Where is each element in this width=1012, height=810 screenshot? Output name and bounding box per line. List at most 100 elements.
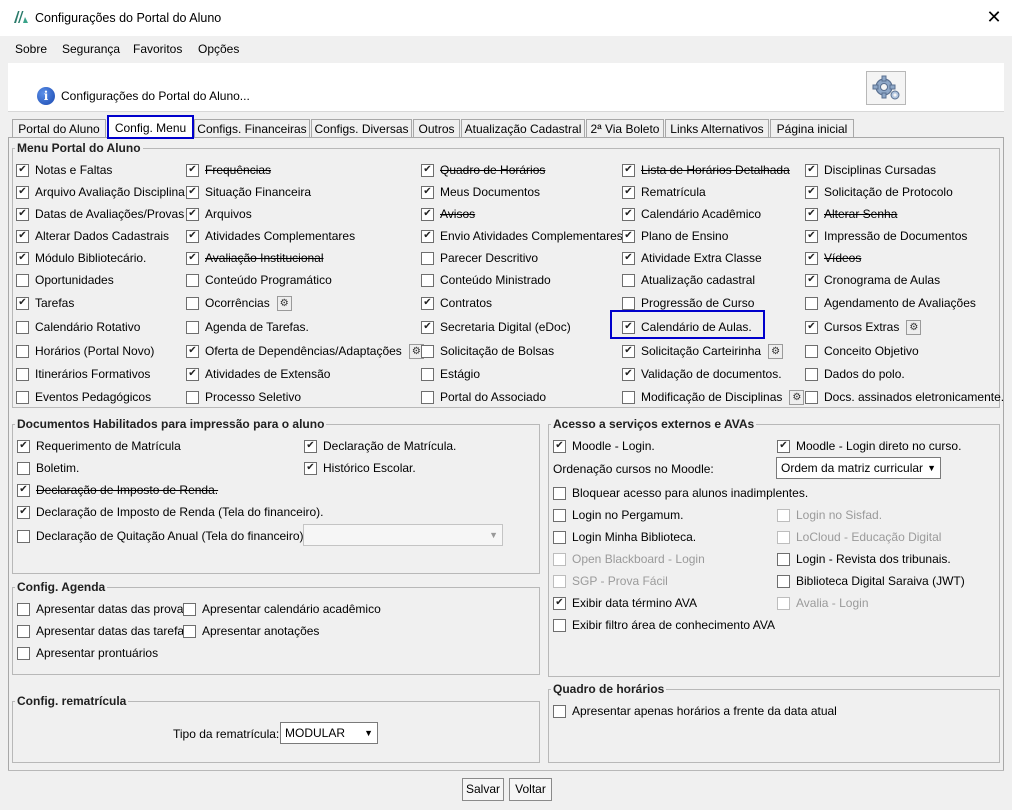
checkbox-moodle-login-direto-no-curso[interactable]: ✔ Moodle - Login direto no curso. <box>777 438 961 454</box>
tab-outros[interactable]: Outros <box>413 119 460 137</box>
checkbox-arquivos[interactable]: ✔ Arquivos <box>186 206 252 222</box>
gear-icon[interactable]: ⚙ <box>906 319 922 335</box>
tab-configs-financeiras[interactable]: Configs. Financeiras <box>194 119 310 137</box>
checkbox-dados-do-polo[interactable]: Dados do polo. <box>805 366 905 382</box>
checkbox-exibir-filtro-area-de-conhecimento-ava[interactable]: Exibir filtro área de conhecimento AVA <box>553 617 775 633</box>
gear-icon[interactable]: ⚙ <box>768 343 784 359</box>
checkbox-moodle-login[interactable]: ✔ Moodle - Login. <box>553 438 655 454</box>
checkbox-atividades-complementares[interactable]: ✔ Atividades Complementares <box>186 228 355 244</box>
checkbox-avalia-login[interactable]: Avalia - Login <box>777 595 869 611</box>
checkbox-meus-documentos[interactable]: ✔ Meus Documentos <box>421 184 540 200</box>
gear-icon[interactable]: ⚙ <box>276 295 292 311</box>
checkbox-frequencias[interactable]: ✔ Frequências <box>186 162 271 178</box>
tipo-rematricula-combo[interactable]: MODULAR ▼ <box>280 722 378 744</box>
checkbox-validacao-de-documentos[interactable]: ✔ Validação de documentos. <box>622 366 782 382</box>
save-button[interactable]: Salvar <box>462 778 504 801</box>
checkbox-arquivo-avaliacao-disciplina[interactable]: ✔ Arquivo Avaliação Disciplina <box>16 184 185 200</box>
gear-icon[interactable]: ⚙ <box>789 389 805 405</box>
checkbox-solicitacao-de-bolsas[interactable]: Solicitação de Bolsas <box>421 343 554 359</box>
checkbox-impressao-de-documentos[interactable]: ✔ Impressão de Documentos <box>805 228 967 244</box>
checkbox-apresentar-calendario-academico[interactable]: Apresentar calendário acadêmico <box>183 601 381 617</box>
checkbox-calendario-rotativo[interactable]: Calendário Rotativo <box>16 319 140 335</box>
checkbox-conceito-objetivo[interactable]: Conceito Objetivo <box>805 343 919 359</box>
tab-pagina-inicial[interactable]: Página inicial <box>770 119 854 137</box>
checkbox-calendario-de-aulas[interactable]: ✔ Calendário de Aulas. <box>622 319 752 335</box>
settings-gear-button[interactable] <box>866 71 906 105</box>
ordenacao-combo[interactable]: Ordem da matriz curricular ▼ <box>776 457 941 479</box>
checkbox-plano-de-ensino[interactable]: ✔ Plano de Ensino <box>622 228 728 244</box>
checkbox-login-no-sisfad[interactable]: Login no Sisfad. <box>777 507 882 523</box>
checkbox-conteudo-ministrado[interactable]: Conteúdo Ministrado <box>421 272 551 288</box>
checkbox-modulo-bibliotecario[interactable]: ✔ Módulo Bibliotecário. <box>16 250 146 266</box>
checkbox-agenda-de-tarefas[interactable]: Agenda de Tarefas. <box>186 319 309 335</box>
checkbox-avaliacao-institucional[interactable]: ✔ Avaliação Institucional <box>186 250 324 266</box>
quitacao-combo[interactable]: ▼ <box>303 524 503 546</box>
checkbox-portal-do-associado[interactable]: Portal do Associado <box>421 389 546 405</box>
checkbox-contratos[interactable]: ✔ Contratos <box>421 295 492 311</box>
close-icon[interactable]: ✕ <box>984 6 1004 28</box>
checkbox-itinerarios-formativos[interactable]: Itinerários Formativos <box>16 366 150 382</box>
checkbox-calendario-academico[interactable]: ✔ Calendário Acadêmico <box>622 206 761 222</box>
checkbox-apresentar-anotacoes[interactable]: Apresentar anotações <box>183 623 319 639</box>
checkbox-alterar-senha[interactable]: ✔ Alterar Senha <box>805 206 897 222</box>
checkbox-cronograma-de-aulas[interactable]: ✔ Cronograma de Aulas <box>805 272 940 288</box>
checkbox-atividade-extra-classe[interactable]: ✔ Atividade Extra Classe <box>622 250 762 266</box>
quadro-checkbox[interactable]: Apresentar apenas horários a frente da d… <box>553 703 837 719</box>
checkbox-login-no-pergamum[interactable]: Login no Pergamum. <box>553 507 683 523</box>
checkbox-apresentar-datas-das-provas[interactable]: Apresentar datas das provas <box>17 601 189 617</box>
checkbox-solicitacao-de-protocolo[interactable]: ✔ Solicitação de Protocolo <box>805 184 953 200</box>
checkbox-requerimento-de-matricula[interactable]: ✔ Requerimento de Matrícula <box>17 438 181 454</box>
checkbox-boletim[interactable]: Boletim. <box>17 460 79 476</box>
checkbox-declaracao-de-quitacao-anual-tela-do-financeiro[interactable]: Declaração de Quitação Anual (Tela do fi… <box>17 528 307 544</box>
checkbox-agendamento-de-avaliacoes[interactable]: Agendamento de Avaliações <box>805 295 976 311</box>
checkbox-open-blackboard-login[interactable]: Open Blackboard - Login <box>553 551 705 567</box>
checkbox-declaracao-de-matricula[interactable]: ✔ Declaração de Matrícula. <box>304 438 456 454</box>
checkbox-secretaria-digital-edoc[interactable]: ✔ Secretaria Digital (eDoc) <box>421 319 571 335</box>
checkbox-lista-de-horarios-detalhada[interactable]: ✔ Lista de Horários Detalhada <box>622 162 790 178</box>
tab-portal-do-aluno[interactable]: Portal do Aluno <box>12 119 106 137</box>
checkbox-solicitacao-carteirinha[interactable]: ✔ Solicitação Carteirinha ⚙ <box>622 343 784 359</box>
checkbox-videos[interactable]: ✔ Vídeos <box>805 250 861 266</box>
checkbox-atividades-de-extensao[interactable]: ✔ Atividades de Extensão <box>186 366 330 382</box>
tab-config-menu[interactable]: Config. Menu <box>107 115 194 139</box>
checkbox-docs-assinados-eletronicamente[interactable]: Docs. assinados eletronicamente. <box>805 389 1004 405</box>
tab-atualizacao-cadastral[interactable]: Atualização Cadastral <box>461 119 585 137</box>
checkbox-progressao-de-curso[interactable]: Progressão de Curso <box>622 295 754 311</box>
checkbox-historico-escolar[interactable]: ✔ Histórico Escolar. <box>304 460 416 476</box>
checkbox-biblioteca-digital-saraiva-jwt[interactable]: Biblioteca Digital Saraiva (JWT) <box>777 573 965 589</box>
checkbox-apresentar-prontuarios[interactable]: Apresentar prontuários <box>17 645 158 661</box>
checkbox-login-revista-dos-tribunais[interactable]: Login - Revista dos tribunais. <box>777 551 951 567</box>
checkbox-oportunidades[interactable]: Oportunidades <box>16 272 114 288</box>
checkbox-atualizacao-cadastral[interactable]: Atualização cadastral <box>622 272 755 288</box>
checkbox-locloud-educacao-digital[interactable]: LoCloud - Educação Digital <box>777 529 941 545</box>
checkbox-oferta-de-dependencias-adaptacoes[interactable]: ✔ Oferta de Dependências/Adaptações ⚙ <box>186 343 424 359</box>
checkbox-modificacao-de-disciplinas[interactable]: Modificação de Disciplinas ⚙ <box>622 389 805 405</box>
checkbox-sgp-prova-facil[interactable]: SGP - Prova Fácil <box>553 573 668 589</box>
checkbox-declaracao-de-imposto-de-renda-tela-do-financeiro[interactable]: ✔ Declaração de Imposto de Renda (Tela do… <box>17 504 324 520</box>
checkbox-exibir-data-termino-ava[interactable]: ✔ Exibir data término AVA <box>553 595 697 611</box>
checkbox-processo-seletivo[interactable]: Processo Seletivo <box>186 389 301 405</box>
checkbox-disciplinas-cursadas[interactable]: ✔ Disciplinas Cursadas <box>805 162 936 178</box>
menu-favoritos[interactable]: Favoritos <box>133 42 182 56</box>
back-button[interactable]: Voltar <box>509 778 552 801</box>
menu-seguranca[interactable]: Segurança <box>62 42 120 56</box>
checkbox-tarefas[interactable]: ✔ Tarefas <box>16 295 74 311</box>
checkbox-estagio[interactable]: Estágio <box>421 366 480 382</box>
checkbox-situacao-financeira[interactable]: ✔ Situação Financeira <box>186 184 311 200</box>
checkbox-datas-de-avaliacoes-provas[interactable]: ✔ Datas de Avaliações/Provas <box>16 206 184 222</box>
tab-links-alternativos[interactable]: Links Alternativos <box>665 119 769 137</box>
checkbox-declaracao-de-imposto-de-renda[interactable]: ✔ Declaração de Imposto de Renda. <box>17 482 218 498</box>
tab-configs-diversas[interactable]: Configs. Diversas <box>311 119 412 137</box>
checkbox-quadro-de-horarios[interactable]: ✔ Quadro de Horários <box>421 162 545 178</box>
checkbox-avisos[interactable]: ✔ Avisos <box>421 206 475 222</box>
checkbox-parecer-descritivo[interactable]: Parecer Descritivo <box>421 250 538 266</box>
checkbox-alterar-dados-cadastrais[interactable]: ✔ Alterar Dados Cadastrais <box>16 228 169 244</box>
tab-2a-via-boleto[interactable]: 2ª Via Boleto <box>586 119 664 137</box>
menu-opcoes[interactable]: Opções <box>198 42 239 56</box>
checkbox-envio-atividades-complementares[interactable]: ✔ Envio Atividades Complementares <box>421 228 623 244</box>
checkbox-apresentar-datas-das-tarefas[interactable]: Apresentar datas das tarefas <box>17 623 190 639</box>
checkbox-login-minha-biblioteca[interactable]: Login Minha Biblioteca. <box>553 529 696 545</box>
checkbox-bloquear-acesso-para-alunos-inadimplentes[interactable]: Bloquear acesso para alunos inadimplente… <box>553 485 808 501</box>
checkbox-conteudo-programatico[interactable]: Conteúdo Programático <box>186 272 332 288</box>
checkbox-eventos-pedagogicos[interactable]: Eventos Pedagógicos <box>16 389 151 405</box>
